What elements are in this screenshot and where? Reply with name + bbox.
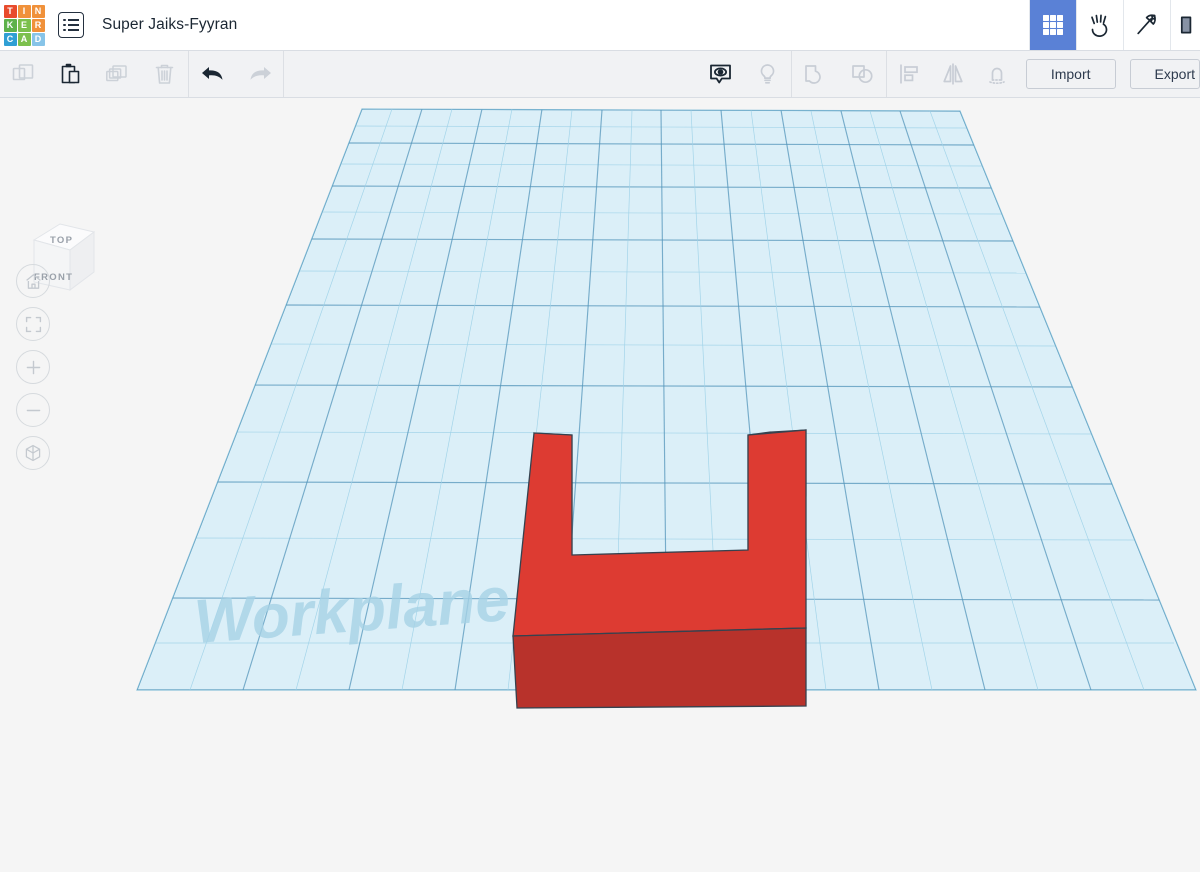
logo-tile-i: I (18, 5, 31, 18)
edit-toolbar: Import Export (0, 51, 1200, 98)
tab-blocks[interactable] (1029, 0, 1076, 50)
home-view-button[interactable] (16, 264, 50, 298)
home-icon (25, 273, 42, 290)
logo-tile-a: A (18, 33, 31, 46)
import-button[interactable]: Import (1026, 59, 1116, 89)
magnet-icon (984, 61, 1010, 87)
tab-minecraft[interactable] (1123, 0, 1170, 50)
mirror-flip-icon (940, 61, 966, 87)
tab-bricks[interactable] (1076, 0, 1123, 50)
align-button[interactable] (887, 51, 931, 97)
blocks-grid-icon (1041, 13, 1065, 37)
paste-button[interactable] (47, 51, 94, 97)
3d-canvas[interactable]: Workplane (0, 98, 1200, 872)
perspective-toggle-button[interactable] (16, 436, 50, 470)
toolbar-spacer (284, 51, 697, 97)
fit-to-view-button[interactable] (16, 307, 50, 341)
eye-visibility-icon (707, 61, 734, 88)
align-icon (896, 61, 922, 87)
undo-button[interactable] (189, 51, 236, 97)
view-navigation-buttons (16, 264, 50, 470)
logo-tile-e: E (18, 19, 31, 32)
logo-tile-t: T (4, 5, 17, 18)
3d-scene: Workplane (0, 98, 1200, 872)
zoom-out-button[interactable] (16, 393, 50, 427)
logo-tile-c: C (4, 33, 17, 46)
ungroup-shapes-icon (849, 61, 876, 88)
tinkercad-app: T I N K E R C A D Super Jaiks-Fyyran (0, 0, 1200, 872)
plus-icon (25, 359, 42, 376)
redo-arrow-icon (245, 61, 275, 87)
tab-codeblocks[interactable] (1170, 0, 1200, 50)
light-button[interactable] (744, 51, 791, 97)
zoom-in-button[interactable] (16, 350, 50, 384)
show-hide-button[interactable] (697, 51, 744, 97)
copy-button[interactable] (0, 51, 47, 97)
group-shapes-icon (802, 61, 829, 88)
copy-icon (11, 62, 36, 87)
undo-arrow-icon (198, 61, 228, 87)
project-menu-button[interactable] (48, 0, 84, 50)
logo-tile-k: K (4, 19, 17, 32)
model-front-face (513, 628, 806, 708)
cube-icon (24, 444, 42, 462)
codeblocks-icon (1177, 13, 1200, 37)
fit-brackets-icon (25, 316, 42, 333)
duplicate-icon (105, 62, 130, 87)
minus-icon (25, 402, 42, 419)
redo-button[interactable] (236, 51, 283, 97)
logo-tile-n: N (32, 5, 45, 18)
view-button-group (697, 51, 792, 97)
trash-icon (152, 62, 177, 87)
tinkercad-logo[interactable]: T I N K E R C A D (0, 0, 48, 50)
paste-icon (58, 62, 83, 87)
workspace-mode-tools (1029, 0, 1200, 50)
brick-hand-icon (1086, 11, 1114, 39)
export-button[interactable]: Export (1130, 59, 1200, 89)
logo-tile-r: R (32, 19, 45, 32)
mirror-button[interactable] (931, 51, 975, 97)
pickaxe-icon (1133, 11, 1161, 39)
delete-button[interactable] (141, 51, 188, 97)
ungroup-button[interactable] (839, 51, 886, 97)
group-button[interactable] (792, 51, 839, 97)
logo-tile-d: D (32, 33, 45, 46)
edit-button-group (0, 51, 189, 97)
lightbulb-icon (754, 61, 781, 88)
list-menu-icon (58, 12, 84, 38)
page-title[interactable]: Super Jaiks-Fyyran (84, 0, 237, 50)
top-bar-spacer (237, 0, 1029, 50)
group-button-group (792, 51, 887, 97)
history-button-group (189, 51, 284, 97)
align-button-group (887, 51, 1019, 97)
duplicate-button[interactable] (94, 51, 141, 97)
magnet-button[interactable] (975, 51, 1019, 97)
logo-tile-grid: T I N K E R C A D (4, 5, 45, 46)
top-bar: T I N K E R C A D Super Jaiks-Fyyran (0, 0, 1200, 51)
